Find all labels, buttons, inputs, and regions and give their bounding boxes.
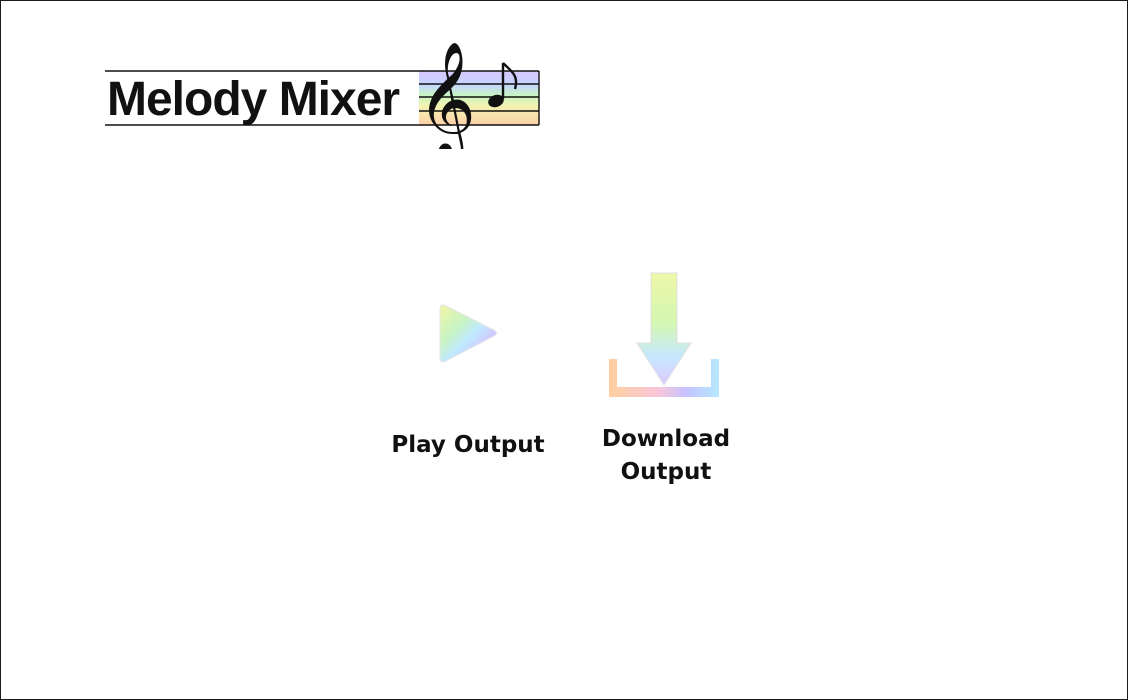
treble-clef-icon: 𝄞 (417, 41, 476, 149)
download-icon (609, 272, 719, 397)
download-output-label: Download Output (591, 423, 741, 489)
melody-mixer-logo: Melody Mixer 𝄞 (105, 41, 540, 149)
download-label-line-2: Output (620, 459, 712, 485)
download-output-button[interactable]: Download Output (591, 267, 741, 491)
play-output-label: Play Output (391, 432, 545, 458)
play-icon (439, 304, 497, 363)
app-window: Melody Mixer 𝄞 Play Output Download Outp… (0, 0, 1128, 700)
app-title: Melody Mixer (107, 73, 399, 126)
download-label-line-1: Download (601, 426, 731, 452)
play-output-button[interactable]: Play Output (386, 297, 550, 467)
